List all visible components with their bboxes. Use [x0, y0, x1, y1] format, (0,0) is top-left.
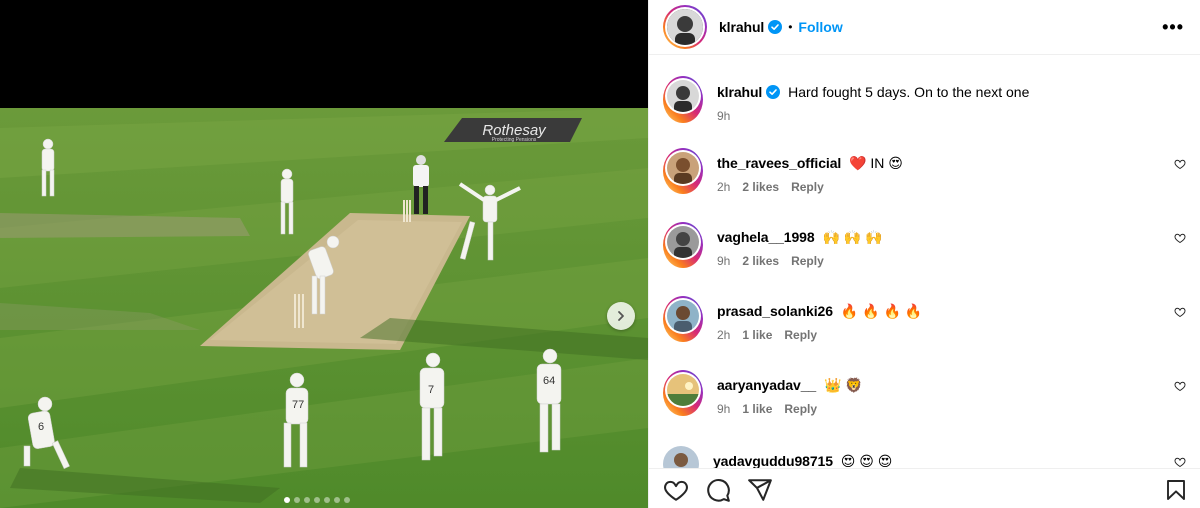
caption-username[interactable]: klrahul [717, 84, 762, 100]
carousel-dot [314, 497, 320, 503]
post-dialog: Rothesay Protecting Pensions 6 77 7 64 k… [0, 0, 1200, 508]
jersey-number: 77 [292, 399, 304, 411]
carousel-dot [294, 497, 300, 503]
jersey-number: 7 [428, 384, 434, 396]
caption-text: Hard fought 5 days. On to the next one [788, 84, 1030, 100]
avatar [667, 9, 703, 45]
avatar[interactable] [663, 446, 699, 468]
comment-username[interactable]: yadavguddu98715 [713, 453, 833, 468]
heart-icon[interactable] [1174, 306, 1186, 318]
comment-username[interactable]: the_ravees_official [717, 155, 841, 171]
post-header: klrahul • Follow ••• [649, 0, 1200, 55]
avatar[interactable] [667, 374, 699, 406]
carousel-next-button[interactable] [607, 302, 635, 330]
avatar[interactable] [667, 80, 699, 112]
post-caption: klrahul Hard fought 5 days. On to the ne… [663, 76, 1186, 123]
comment-time: 2h [717, 328, 731, 342]
comment-item: vaghela__1998 🙌 🙌 🙌 9h 2 likes Reply [663, 222, 1186, 268]
comment-icon [707, 479, 730, 502]
avatar-image [663, 446, 699, 468]
comment-text: 👑 🦁 [824, 377, 863, 393]
share-button[interactable] [747, 477, 773, 503]
carousel-indicator [284, 497, 350, 503]
comment-item: yadavguddu98715 😍 😍 😍 [663, 446, 1186, 468]
comment-text: ❤️ IN 😍 [849, 155, 903, 171]
reply-button[interactable]: Reply [791, 254, 824, 268]
post-media[interactable]: Rothesay Protecting Pensions 6 77 7 64 [0, 0, 648, 508]
bookmark-icon [1167, 480, 1185, 500]
comment-time: 2h [717, 180, 731, 194]
verified-icon [766, 85, 781, 99]
comment-likes[interactable]: 1 like [742, 402, 772, 416]
comment-item: prasad_solanki26 🔥 🔥 🔥 🔥 2h 1 like Reply [663, 296, 1186, 342]
reply-button[interactable]: Reply [784, 328, 817, 342]
reply-button[interactable]: Reply [784, 402, 817, 416]
avatar[interactable] [667, 152, 699, 184]
carousel-dot [334, 497, 340, 503]
avatar-image [667, 300, 699, 332]
more-icon[interactable]: ••• [1162, 17, 1184, 38]
post-side-panel: klrahul • Follow ••• klrahul Hard fought… [648, 0, 1200, 508]
comment-time: 9h [717, 402, 731, 416]
heart-icon[interactable] [1174, 456, 1186, 468]
carousel-dot [344, 497, 350, 503]
comment-likes[interactable]: 2 likes [742, 180, 779, 194]
heart-icon[interactable] [1174, 158, 1186, 170]
comment-button[interactable] [705, 477, 731, 503]
avatar-image [667, 9, 703, 45]
avatar[interactable] [667, 226, 699, 258]
carousel-dot [324, 497, 330, 503]
share-icon [748, 479, 772, 501]
like-button[interactable] [663, 477, 689, 503]
comment-username[interactable]: prasad_solanki26 [717, 303, 833, 319]
heart-icon[interactable] [1174, 232, 1186, 244]
comment-text: 🔥 🔥 🔥 🔥 [840, 303, 923, 319]
comment-time: 9h [717, 254, 731, 268]
save-button[interactable] [1164, 477, 1188, 503]
jersey-number: 64 [543, 375, 555, 387]
reply-button[interactable]: Reply [791, 180, 824, 194]
author-avatar-ring[interactable] [663, 5, 707, 49]
avatar-image [667, 152, 699, 184]
carousel-dot [284, 497, 290, 503]
separator-dot: • [788, 20, 793, 34]
heart-icon[interactable] [1174, 380, 1186, 392]
comment-likes[interactable]: 1 like [742, 328, 772, 342]
avatar-image [667, 226, 699, 258]
verified-icon [768, 20, 783, 34]
cricket-photo: Rothesay Protecting Pensions 6 77 7 64 [0, 108, 648, 508]
follow-button[interactable]: Follow [798, 19, 842, 35]
comments-list[interactable]: klrahul Hard fought 5 days. On to the ne… [649, 56, 1200, 468]
carousel-dot [304, 497, 310, 503]
author-username[interactable]: klrahul [719, 19, 764, 35]
comment-username[interactable]: vaghela__1998 [717, 229, 815, 245]
avatar-image [667, 374, 699, 406]
comment-username[interactable]: aaryanyadav__ [717, 377, 816, 393]
chevron-right-icon [618, 311, 624, 321]
comment-text: 😍 😍 😍 [840, 453, 893, 468]
comment-item: the_ravees_official ❤️ IN 😍 2h 2 likes R… [663, 148, 1186, 194]
post-action-bar [649, 468, 1200, 508]
comment-likes[interactable]: 2 likes [742, 254, 779, 268]
comment-item: aaryanyadav__ 👑 🦁 9h 1 like Reply [663, 370, 1186, 416]
heart-icon [664, 480, 688, 501]
jersey-number: 6 [38, 421, 44, 433]
billboard-subtext: Protecting Pensions [492, 137, 537, 143]
caption-time: 9h [717, 109, 731, 123]
avatar[interactable] [667, 300, 699, 332]
comment-text: 🙌 🙌 🙌 [822, 229, 883, 245]
avatar-image [667, 80, 699, 112]
